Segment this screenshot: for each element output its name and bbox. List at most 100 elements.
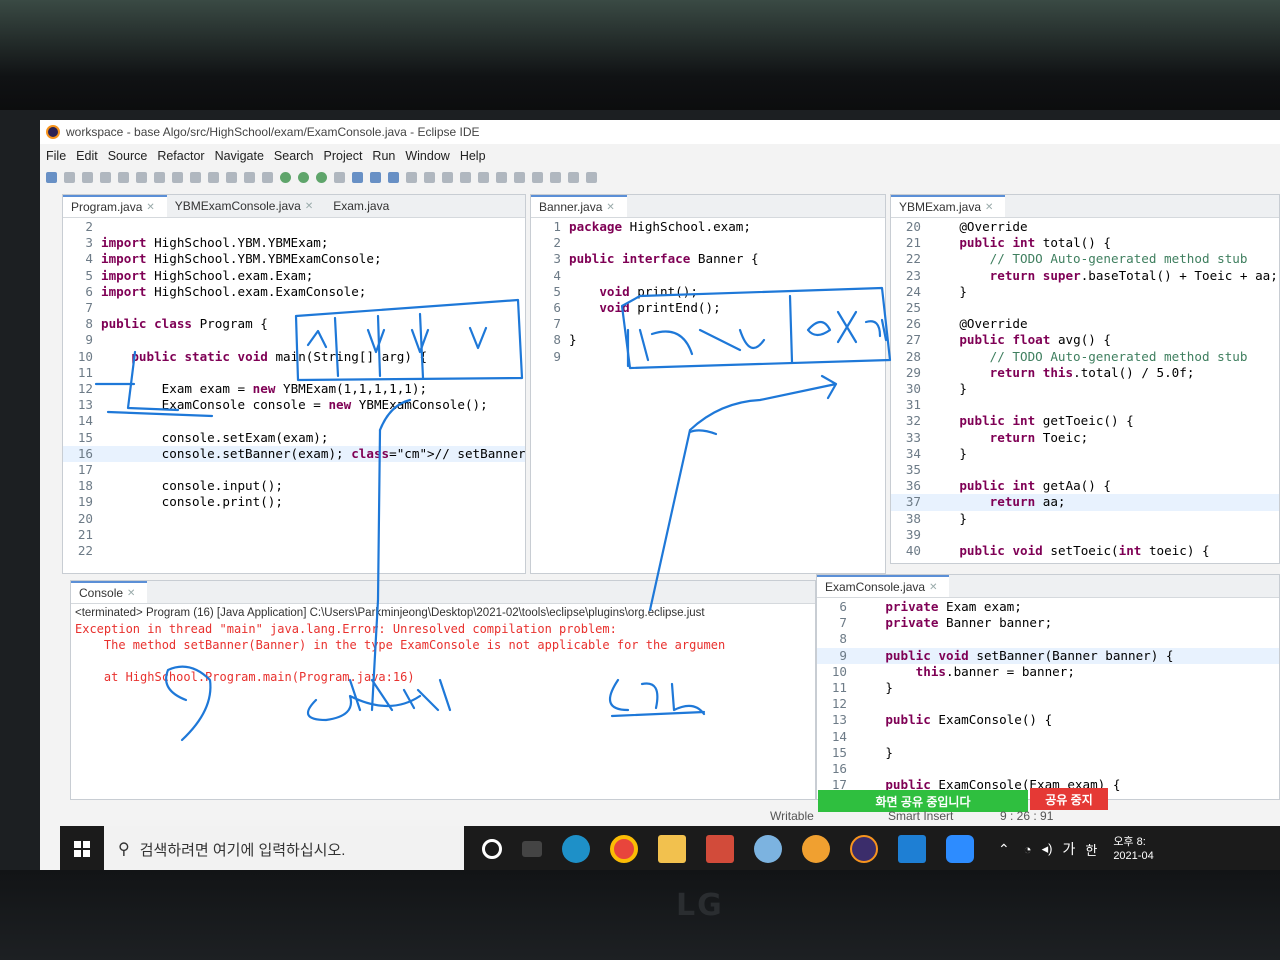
tab-exam-java[interactable]: Exam.java bbox=[325, 195, 401, 217]
sublime-icon[interactable] bbox=[802, 835, 830, 863]
ybmexam-editor-tabs: YBMExam.java ✕ bbox=[891, 195, 1279, 218]
task-view-icon[interactable] bbox=[522, 841, 542, 857]
save-icon[interactable] bbox=[64, 171, 75, 183]
resume-icon[interactable] bbox=[154, 171, 165, 183]
close-icon[interactable]: ✕ bbox=[127, 588, 135, 599]
debug-icon[interactable] bbox=[280, 171, 291, 183]
examconsole-editor-tabs: ExamConsole.java ✕ bbox=[817, 575, 1279, 598]
menu-search[interactable]: Search bbox=[274, 149, 314, 163]
menu-file[interactable]: File bbox=[46, 149, 66, 163]
skip-breakpoints-icon[interactable] bbox=[136, 171, 147, 183]
language-indicator[interactable]: 한 bbox=[1085, 840, 1097, 859]
code-line: 6 private Exam exam; bbox=[817, 599, 1279, 615]
git-icon[interactable] bbox=[706, 835, 734, 863]
ime-mode[interactable]: 가 bbox=[1062, 839, 1075, 859]
file-explorer-icon[interactable] bbox=[658, 835, 686, 863]
network-icon[interactable]: ◔ bbox=[1024, 842, 1032, 857]
clock[interactable]: 오후 8: 2021-04 bbox=[1113, 835, 1153, 863]
back-icon[interactable] bbox=[550, 171, 561, 183]
taskbar-search[interactable]: ⚲ 검색하려면 여기에 입력하십시오. bbox=[104, 826, 464, 872]
close-icon[interactable]: ✕ bbox=[606, 202, 614, 213]
code-line: 14 bbox=[63, 413, 525, 429]
menu-run[interactable]: Run bbox=[372, 149, 395, 163]
tab-program-java[interactable]: Program.java ✕ bbox=[63, 195, 167, 217]
last-edit-location-icon[interactable] bbox=[532, 171, 543, 183]
toggle-block-selection-icon[interactable] bbox=[460, 171, 471, 183]
line-number: 2 bbox=[85, 219, 93, 234]
print-icon[interactable] bbox=[100, 171, 111, 183]
tab-ybmexam-java[interactable]: YBMExam.java ✕ bbox=[891, 195, 1006, 217]
run-icon[interactable] bbox=[298, 171, 309, 183]
new-package-icon[interactable] bbox=[370, 171, 381, 183]
menu-source[interactable]: Source bbox=[108, 149, 148, 163]
volume-icon[interactable]: ◂) bbox=[1042, 841, 1053, 857]
line-number: 35 bbox=[905, 462, 921, 478]
tab-ybmexamconsole-java[interactable]: YBMExamConsole.java ✕ bbox=[167, 195, 325, 217]
code-text: public float avg() { bbox=[959, 332, 1112, 348]
vscode-icon[interactable] bbox=[898, 835, 926, 863]
eclipse-taskbar-icon[interactable] bbox=[850, 835, 878, 863]
new-icon[interactable] bbox=[46, 171, 57, 183]
examconsole-code[interactable]: 6 private Exam exam; 7 private Banner ban… bbox=[817, 599, 1279, 799]
step-return-icon[interactable] bbox=[262, 171, 273, 183]
toggle-mark-occurrences-icon[interactable] bbox=[442, 171, 453, 183]
line-number: 8 bbox=[839, 631, 847, 647]
menu-project[interactable]: Project bbox=[324, 149, 363, 163]
new-java-project-icon[interactable] bbox=[352, 171, 363, 183]
chrome-icon[interactable] bbox=[610, 835, 638, 863]
taskbar: ⚲ 검색하려면 여기에 입력하십시오. ⌃ ◔ ◂) 가 한 오후 8: 202… bbox=[60, 826, 1280, 872]
stop-icon[interactable] bbox=[190, 171, 201, 183]
forward-icon[interactable] bbox=[568, 171, 579, 183]
code-text: Exam exam = new YBMExam(1,1,1,1,1); bbox=[101, 381, 428, 397]
start-button[interactable] bbox=[60, 826, 104, 872]
chevron-up-icon[interactable]: ⌃ bbox=[998, 841, 1010, 858]
console-output[interactable]: <terminated> Program (16) [Java Applicat… bbox=[71, 605, 815, 799]
tab-banner-java[interactable]: Banner.java ✕ bbox=[531, 195, 627, 217]
next-annotation-icon[interactable] bbox=[496, 171, 507, 183]
ybmexam-code[interactable]: 20 @Override 21 public int total() {22 //… bbox=[891, 219, 1279, 563]
external-tools-icon[interactable] bbox=[334, 171, 345, 183]
code-line: 7 bbox=[63, 300, 525, 316]
show-whitespace-icon[interactable] bbox=[478, 171, 489, 183]
close-icon[interactable]: ✕ bbox=[146, 202, 154, 213]
pin-editor-icon[interactable] bbox=[586, 171, 597, 183]
previous-annotation-icon[interactable] bbox=[514, 171, 525, 183]
close-icon[interactable]: ✕ bbox=[985, 202, 993, 213]
open-type-icon[interactable] bbox=[406, 171, 417, 183]
edge-icon[interactable] bbox=[562, 835, 590, 863]
disconnect-icon[interactable] bbox=[208, 171, 219, 183]
suspend-icon[interactable] bbox=[172, 171, 183, 183]
new-class-icon[interactable] bbox=[388, 171, 399, 183]
step-into-icon[interactable] bbox=[226, 171, 237, 183]
menu-navigate[interactable]: Navigate bbox=[215, 149, 264, 163]
code-line: 9 bbox=[63, 332, 525, 348]
coverage-icon[interactable] bbox=[316, 171, 327, 183]
banner-code[interactable]: 1 package HighSchool.exam; 2 3 public interf… bbox=[531, 219, 885, 573]
tab-console[interactable]: Console ✕ bbox=[71, 581, 148, 603]
line-number: 5 bbox=[85, 267, 93, 283]
line-number: 23 bbox=[905, 267, 921, 283]
close-icon[interactable]: ✕ bbox=[305, 201, 313, 212]
menu-refactor[interactable]: Refactor bbox=[157, 149, 204, 163]
search-icon[interactable] bbox=[424, 171, 435, 183]
close-icon[interactable]: ✕ bbox=[929, 582, 937, 593]
menu-edit[interactable]: Edit bbox=[76, 149, 98, 163]
line-number: 12 bbox=[77, 381, 93, 397]
menu-window[interactable]: Window bbox=[405, 149, 449, 163]
program-code[interactable]: 2 3 import HighSchool.YBM.YBMExam; 4 import … bbox=[63, 219, 525, 573]
tab-examconsole-java[interactable]: ExamConsole.java ✕ bbox=[817, 575, 950, 597]
menu-help[interactable]: Help bbox=[460, 149, 486, 163]
code-text: void printEnd(); bbox=[599, 300, 721, 316]
terminal-icon[interactable] bbox=[118, 171, 129, 183]
code-line: 8 bbox=[817, 631, 1279, 647]
save-all-icon[interactable] bbox=[82, 171, 93, 183]
app-icon[interactable] bbox=[754, 835, 782, 863]
code-line: 39 bbox=[891, 527, 1279, 543]
line-number: 9 bbox=[85, 332, 93, 348]
step-over-icon[interactable] bbox=[244, 171, 255, 183]
line-number: 31 bbox=[905, 397, 921, 413]
program-editor: Program.java ✕ YBMExamConsole.java ✕ Exam.… bbox=[62, 194, 526, 574]
zoom-icon[interactable] bbox=[946, 835, 974, 863]
cortana-icon[interactable] bbox=[482, 839, 502, 859]
code-line: 10 public static void main(String[] arg)… bbox=[63, 349, 525, 365]
